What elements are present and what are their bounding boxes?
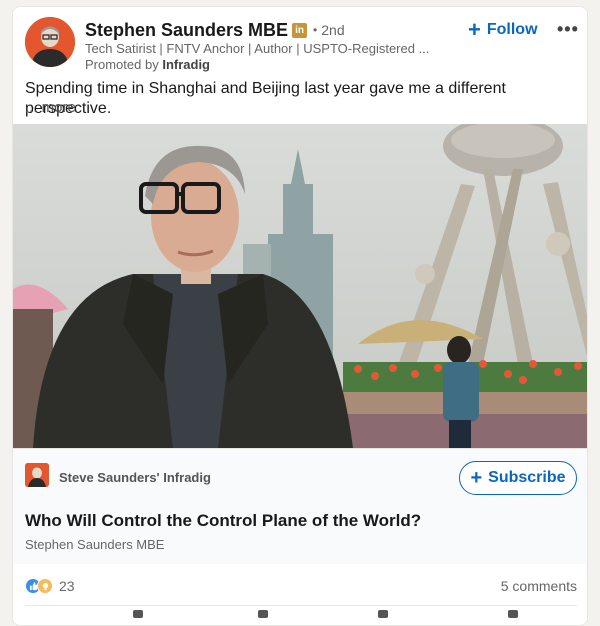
social-counts: 23 5 comments	[13, 564, 587, 604]
subscribe-button[interactable]: + Subscribe	[459, 461, 577, 495]
separator-dot: •	[313, 23, 318, 37]
comments-count[interactable]: 5 comments	[501, 578, 577, 594]
comment-action-icon[interactable]	[258, 610, 268, 618]
newsletter-article[interactable]: Steve Saunders' Infradig + Subscribe Who…	[13, 448, 587, 564]
author-name[interactable]: Stephen Saunders MBE	[85, 20, 288, 41]
post-header: Stephen Saunders MBE in • 2nd Tech Satir…	[13, 7, 587, 77]
post-video[interactable]	[13, 124, 587, 448]
follow-button[interactable]: + Follow	[468, 17, 538, 42]
author-name-row: Stephen Saunders MBE in • 2nd	[85, 19, 345, 41]
feed-post-card: Stephen Saunders MBE in • 2nd Tech Satir…	[12, 6, 588, 626]
connection-degree: 2nd	[321, 22, 345, 38]
plus-icon: +	[470, 467, 483, 489]
article-author: Stephen Saunders MBE	[25, 537, 165, 552]
reactions-summary[interactable]: 23	[25, 578, 75, 594]
promoted-prefix: Promoted by	[85, 57, 159, 72]
plus-icon: +	[468, 17, 481, 42]
repost-action-icon[interactable]	[378, 610, 388, 618]
newsletter-name[interactable]: Steve Saunders' Infradig	[59, 470, 211, 485]
article-title[interactable]: Who Will Control the Control Plane of th…	[25, 511, 421, 531]
newsletter-logo	[25, 463, 49, 487]
linkedin-premium-icon: in	[292, 22, 308, 38]
author-avatar[interactable]	[25, 17, 75, 67]
send-action-icon[interactable]	[508, 610, 518, 618]
promoted-label: Promoted by Infradig	[85, 57, 210, 72]
more-options-icon[interactable]: •••	[557, 19, 579, 40]
subscribe-label: Subscribe	[488, 469, 566, 486]
insightful-reaction-icon	[37, 578, 53, 594]
follow-label: Follow	[486, 21, 538, 38]
actions-divider	[25, 605, 577, 606]
reaction-count: 23	[59, 578, 75, 594]
promoted-by[interactable]: Infradig	[162, 57, 210, 72]
like-action-icon[interactable]	[133, 610, 143, 618]
author-headline: Tech Satirist | FNTV Anchor | Author | U…	[85, 41, 430, 56]
see-more-link[interactable]: ... more	[25, 99, 76, 116]
post-text: Spending time in Shanghai and Beijing la…	[25, 80, 506, 117]
